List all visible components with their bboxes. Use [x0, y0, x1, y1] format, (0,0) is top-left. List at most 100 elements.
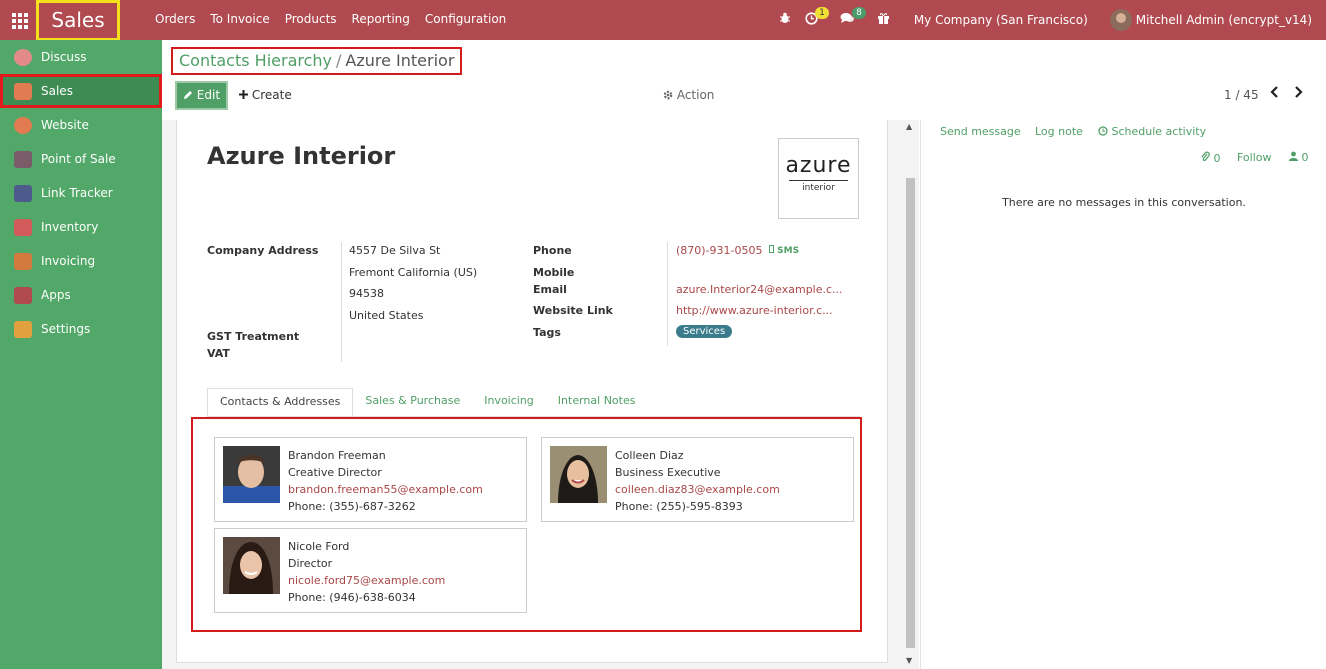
- tab-contacts-addresses[interactable]: Contacts & Addresses: [207, 388, 354, 416]
- menu-to-invoice[interactable]: To Invoice: [210, 12, 269, 26]
- contact-name: Brandon Freeman: [288, 449, 386, 462]
- chat-icon[interactable]: 8: [840, 7, 866, 28]
- user-icon: [1289, 151, 1298, 161]
- contact-phone: Phone: (255)-595-8393: [615, 500, 743, 513]
- sms-button[interactable]: SMS: [769, 245, 799, 256]
- contact-phone: Phone: (355)-687-3262: [288, 500, 416, 513]
- company-logo[interactable]: azure interior: [778, 138, 859, 219]
- sidebar-item-website[interactable]: Website: [0, 108, 162, 142]
- sidebar-item-label: Invoicing: [41, 254, 96, 268]
- email-label: Email: [533, 283, 567, 296]
- gift-icon[interactable]: [877, 12, 890, 29]
- sidebar-item-discuss[interactable]: Discuss: [0, 40, 162, 74]
- company-address-label: Company Address: [207, 244, 319, 257]
- chatter-panel: Send message Log note Schedule activity …: [920, 120, 1326, 669]
- contact-card[interactable]: Brandon Freeman Creative Director brando…: [214, 437, 527, 522]
- contact-photo: [223, 537, 280, 594]
- contact-email[interactable]: colleen.diaz83@example.com: [615, 481, 780, 498]
- contact-email[interactable]: nicole.ford75@example.com: [288, 572, 445, 589]
- attachments-button[interactable]: 0: [1201, 151, 1221, 165]
- top-navbar: Sales Orders To Invoice Products Reporti…: [0, 0, 1326, 41]
- contact-title: Business Executive: [615, 466, 721, 479]
- sidebar-item-point-of-sale[interactable]: Point of Sale: [0, 142, 162, 176]
- sidebar-item-label: Settings: [41, 322, 91, 336]
- chevron-left-icon[interactable]: [1270, 86, 1279, 102]
- main-menu: Orders To Invoice Products Reporting Con…: [155, 12, 521, 26]
- contact-card[interactable]: Colleen Diaz Business Executive colleen.…: [541, 437, 854, 522]
- sidebar-item-link-tracker[interactable]: Link Tracker: [0, 176, 162, 210]
- main-content: Contacts Hierarchy / Azure Interior Edit C…: [162, 40, 1326, 669]
- app-sidebar: Discuss Sales Website Point of Sale Link…: [0, 40, 162, 669]
- contact-title: Creative Director: [288, 466, 382, 479]
- website-link[interactable]: http://www.azure-interior.c...: [676, 304, 833, 317]
- apps-grid-icon[interactable]: [8, 10, 32, 30]
- message-badge: 8: [852, 7, 866, 19]
- send-message-button[interactable]: Send message: [940, 125, 1021, 138]
- tab-sales-purchase[interactable]: Sales & Purchase: [353, 388, 472, 416]
- user-menu[interactable]: Mitchell Admin (encrypt_v14): [1136, 13, 1312, 27]
- followers-button[interactable]: 0: [1289, 151, 1309, 164]
- sidebar-item-inventory[interactable]: Inventory: [0, 210, 162, 244]
- scroll-down-icon[interactable]: ▼: [906, 656, 912, 665]
- contact-email[interactable]: brandon.freeman55@example.com: [288, 481, 483, 498]
- pencil-icon: [183, 91, 192, 99]
- menu-products[interactable]: Products: [285, 12, 337, 26]
- empty-conversation-text: There are no messages in this conversati…: [1002, 196, 1246, 209]
- follow-button[interactable]: Follow: [1237, 151, 1272, 164]
- sidebar-item-label: Sales: [41, 84, 73, 98]
- vat-label: VAT: [207, 347, 230, 360]
- invoice-icon: [14, 252, 32, 270]
- sidebar-item-settings[interactable]: Settings: [0, 312, 162, 346]
- address-country: United States: [349, 309, 424, 322]
- create-button[interactable]: Create: [239, 88, 292, 102]
- action-label: Action: [676, 88, 715, 102]
- chevron-right-icon[interactable]: [1294, 86, 1303, 102]
- menu-orders[interactable]: Orders: [155, 12, 195, 26]
- form-view: Azure Interior azure interior Company Ad…: [162, 120, 919, 669]
- sales-chart-icon: [14, 82, 32, 100]
- tags-label: Tags: [533, 326, 561, 339]
- bug-icon[interactable]: [779, 12, 791, 28]
- company-switcher[interactable]: My Company (San Francisco): [914, 13, 1088, 27]
- contacts-kanban: Brandon Freeman Creative Director brando…: [191, 417, 862, 632]
- app-name[interactable]: Sales: [36, 0, 120, 41]
- schedule-activity-button[interactable]: Schedule activity: [1098, 125, 1206, 138]
- contact-photo: [550, 446, 607, 503]
- contact-title: Director: [288, 557, 333, 570]
- phone-link[interactable]: (870)-931-0505: [676, 244, 763, 257]
- address-city: Fremont California (US): [349, 266, 478, 279]
- clock-icon[interactable]: 1: [805, 6, 829, 29]
- sidebar-item-label: Link Tracker: [41, 186, 113, 200]
- menu-configuration[interactable]: Configuration: [425, 12, 506, 26]
- email-link[interactable]: azure.Interior24@example.c...: [676, 283, 843, 296]
- contact-photo: [223, 446, 280, 503]
- contact-card[interactable]: Nicole Ford Director nicole.ford75@examp…: [214, 528, 527, 613]
- followers-count: 0: [1301, 151, 1309, 164]
- edit-button[interactable]: Edit: [175, 81, 228, 110]
- pager-value[interactable]: 1 / 45: [1224, 88, 1259, 102]
- record-name: Azure Interior: [207, 142, 396, 170]
- sidebar-item-invoicing[interactable]: Invoicing: [0, 244, 162, 278]
- user-avatar[interactable]: [1109, 9, 1132, 31]
- menu-reporting[interactable]: Reporting: [352, 12, 410, 26]
- systray: 1 8 My Company (San Francisco) Mitchell …: [779, 0, 1326, 40]
- sidebar-item-apps[interactable]: Apps: [0, 278, 162, 312]
- tab-invoicing[interactable]: Invoicing: [472, 388, 546, 416]
- tab-internal-notes[interactable]: Internal Notes: [546, 388, 648, 416]
- clock-icon: [1098, 126, 1108, 136]
- activity-badge: 1: [815, 6, 829, 19]
- sidebar-item-label: Apps: [41, 288, 71, 302]
- edit-label: Edit: [196, 88, 221, 102]
- scroll-up-icon[interactable]: ▲: [906, 122, 912, 131]
- gear-icon: [14, 320, 32, 338]
- website-label: Website Link: [533, 304, 613, 317]
- action-dropdown[interactable]: Action: [663, 88, 714, 102]
- sidebar-item-label: Point of Sale: [41, 152, 116, 166]
- breadcrumb-parent[interactable]: Contacts Hierarchy: [179, 51, 332, 70]
- logo-subtext: interior: [789, 180, 848, 193]
- sidebar-item-sales[interactable]: Sales: [0, 74, 162, 108]
- scrollbar-thumb[interactable]: [906, 178, 915, 648]
- phone-label: Phone: [533, 244, 572, 257]
- form-scrollbar[interactable]: ▲ ▼: [903, 120, 917, 669]
- log-note-button[interactable]: Log note: [1035, 125, 1083, 138]
